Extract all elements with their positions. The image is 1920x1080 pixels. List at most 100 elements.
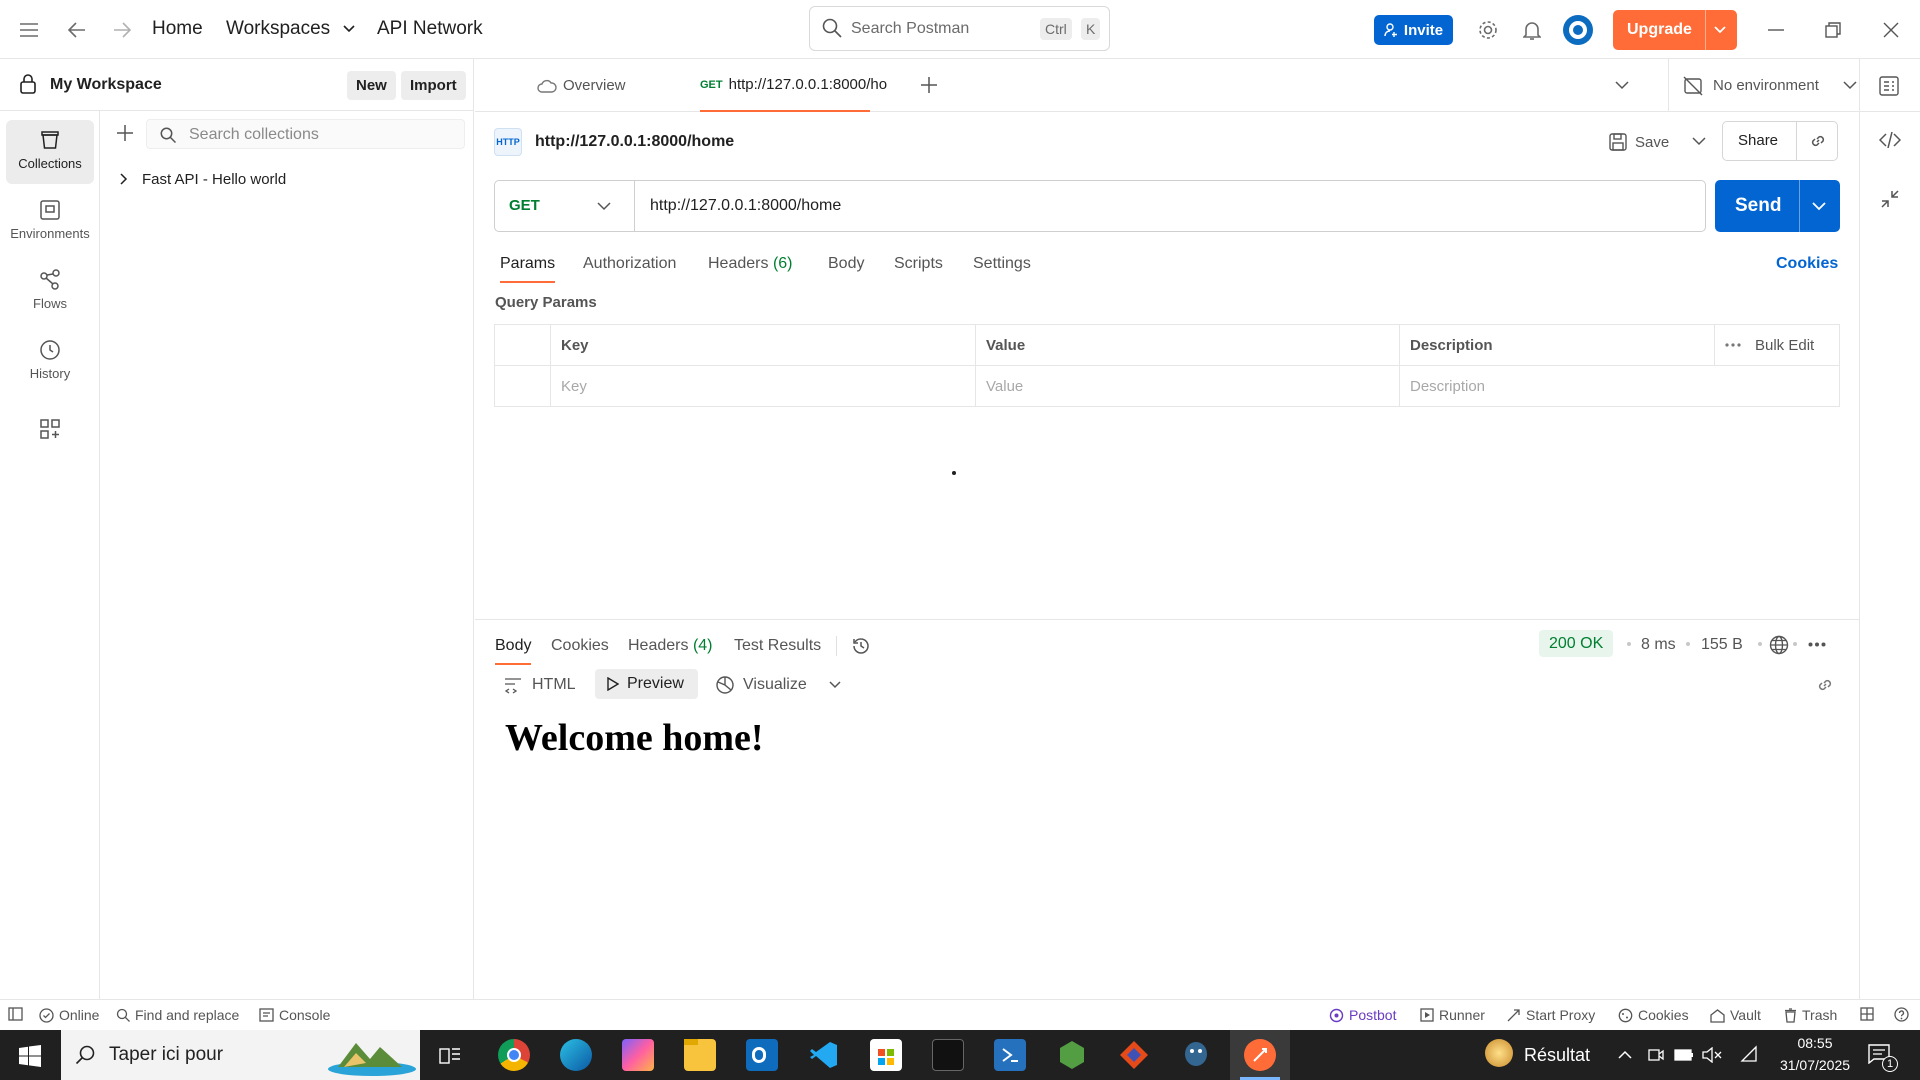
upgrade-button[interactable]: Upgrade — [1613, 10, 1737, 50]
save-button[interactable]: Save — [1609, 126, 1669, 158]
share-button[interactable]: Share — [1738, 132, 1778, 149]
nodejs-icon[interactable] — [1056, 1039, 1088, 1071]
postman-taskbar-button[interactable] — [1230, 1030, 1290, 1080]
postgresql-icon[interactable] — [1180, 1039, 1212, 1071]
preview-button[interactable]: Preview — [595, 669, 698, 699]
sidebar-item-history[interactable]: History — [6, 330, 94, 394]
postbot-button[interactable]: Postbot — [1329, 1007, 1396, 1023]
sidebar-item-environments[interactable]: Environments — [6, 190, 94, 254]
code-snippet-icon[interactable] — [1879, 132, 1901, 148]
import-button[interactable]: Import — [401, 71, 466, 100]
tab-request[interactable]: GET http://127.0.0.1:8000/ho — [700, 59, 887, 112]
outlook-icon[interactable] — [746, 1039, 778, 1071]
back-arrow-icon[interactable] — [64, 17, 90, 43]
invite-button[interactable]: Invite — [1374, 15, 1453, 45]
windows-start-icon[interactable] — [19, 1045, 41, 1067]
clock-date[interactable]: 31/07/2025 — [1768, 1057, 1862, 1073]
sidebar-item-collections[interactable]: Collections — [6, 120, 94, 184]
new-tab-plus-icon[interactable] — [921, 77, 937, 93]
environment-quicklook-icon[interactable] — [1879, 76, 1899, 96]
home-link[interactable]: Home — [152, 18, 203, 40]
method-select[interactable]: GET — [495, 181, 635, 231]
task-view-icon[interactable] — [439, 1045, 461, 1065]
powershell-icon[interactable] — [994, 1039, 1026, 1071]
workspaces-menu[interactable]: Workspaces — [226, 18, 356, 40]
vault-button[interactable]: Vault — [1710, 1007, 1761, 1023]
console-button[interactable]: Console — [259, 1007, 330, 1023]
close-icon[interactable] — [1878, 17, 1904, 43]
search-collections-input[interactable]: Search collections — [146, 119, 465, 149]
settings-gear-icon[interactable] — [1475, 17, 1501, 43]
tab-authorization[interactable]: Authorization — [583, 255, 676, 273]
request-name[interactable]: http://127.0.0.1:8000/home — [535, 133, 734, 151]
send-dropdown-chevron-icon[interactable] — [1812, 202, 1826, 211]
description-input[interactable]: Description — [1399, 365, 1840, 407]
format-html-button[interactable]: HTML — [504, 670, 576, 700]
tab-settings[interactable]: Settings — [973, 255, 1031, 273]
send-button[interactable]: Send — [1715, 180, 1840, 232]
collection-item[interactable]: Fast API - Hello world — [120, 167, 286, 191]
tab-headers[interactable]: Headers (6) — [708, 255, 793, 273]
online-status[interactable]: Online — [39, 1007, 99, 1023]
copy-link-icon[interactable] — [1809, 132, 1827, 150]
forward-arrow-icon[interactable] — [109, 17, 135, 43]
response-tab-headers[interactable]: Headers (4) — [628, 637, 713, 655]
layout-grid-icon[interactable] — [1860, 1007, 1874, 1021]
response-size[interactable]: 155 B — [1701, 636, 1743, 654]
visualize-button[interactable]: Visualize — [715, 670, 841, 700]
wifi-icon[interactable] — [1740, 1045, 1758, 1063]
weather-sports-icon[interactable] — [1485, 1039, 1513, 1067]
tab-params[interactable]: Params — [500, 255, 556, 283]
copilot-icon[interactable] — [622, 1039, 654, 1071]
response-tab-test-results[interactable]: Test Results — [734, 637, 821, 655]
camera-tray-icon[interactable] — [1648, 1046, 1664, 1064]
url-input[interactable]: http://127.0.0.1:8000/home — [650, 197, 841, 215]
trash-button[interactable]: Trash — [1784, 1007, 1837, 1023]
tray-chevron-up-icon[interactable] — [1618, 1050, 1632, 1059]
copy-link-icon[interactable] — [1815, 675, 1835, 695]
sidebar-item-flows[interactable]: Flows — [6, 260, 94, 324]
volume-muted-icon[interactable] — [1702, 1047, 1722, 1063]
chrome-icon[interactable] — [498, 1039, 530, 1071]
cookies-link[interactable]: Cookies — [1776, 255, 1838, 273]
runner-button[interactable]: Runner — [1420, 1007, 1485, 1023]
history-icon[interactable] — [851, 636, 871, 656]
cookies-button[interactable]: Cookies — [1618, 1007, 1689, 1023]
avatar[interactable] — [1563, 15, 1593, 45]
response-time[interactable]: 8 ms — [1641, 636, 1676, 654]
collapse-arrows-icon[interactable] — [1881, 190, 1899, 208]
environment-selector[interactable]: No environment — [1667, 59, 1857, 112]
terminal-icon[interactable] — [932, 1039, 964, 1071]
response-tab-body[interactable]: Body — [495, 637, 532, 665]
clock-time[interactable]: 08:55 — [1787, 1035, 1843, 1051]
status-badge[interactable]: 200 OK — [1539, 630, 1614, 657]
weather-label[interactable]: Résultat — [1524, 1045, 1590, 1066]
plus-icon[interactable] — [117, 125, 133, 141]
microsoft-store-icon[interactable] — [870, 1039, 902, 1071]
new-button[interactable]: New — [347, 71, 396, 100]
workspace-name[interactable]: My Workspace — [50, 76, 162, 94]
chevron-down-icon[interactable] — [1713, 22, 1727, 36]
globe-icon[interactable] — [1769, 635, 1789, 655]
edge-icon[interactable] — [560, 1039, 592, 1071]
git-tool-icon[interactable] — [1118, 1039, 1150, 1071]
response-tab-cookies[interactable]: Cookies — [551, 637, 609, 655]
key-input[interactable]: Key — [550, 365, 976, 407]
tabs-dropdown-chevron-icon[interactable] — [1615, 81, 1629, 90]
minimize-icon[interactable] — [1763, 17, 1789, 43]
sidebar-item-configure[interactable] — [6, 409, 94, 449]
vscode-icon[interactable] — [808, 1039, 840, 1071]
more-options-icon[interactable] — [1808, 642, 1826, 647]
start-proxy-button[interactable]: Start Proxy — [1506, 1007, 1595, 1023]
chevron-right-icon[interactable] — [120, 173, 128, 185]
tab-body[interactable]: Body — [828, 255, 864, 273]
value-input[interactable]: Value — [975, 365, 1400, 407]
file-explorer-icon[interactable] — [684, 1039, 716, 1071]
restore-icon[interactable] — [1820, 17, 1846, 43]
battery-icon[interactable] — [1674, 1049, 1694, 1061]
search-postman-input[interactable]: Search Postman Ctrl K — [809, 6, 1110, 51]
menu-icon[interactable] — [16, 17, 42, 43]
more-dots-icon[interactable] — [1725, 343, 1741, 347]
notification-bell-icon[interactable] — [1519, 17, 1545, 43]
toggle-sidebar-icon[interactable] — [8, 1007, 23, 1021]
